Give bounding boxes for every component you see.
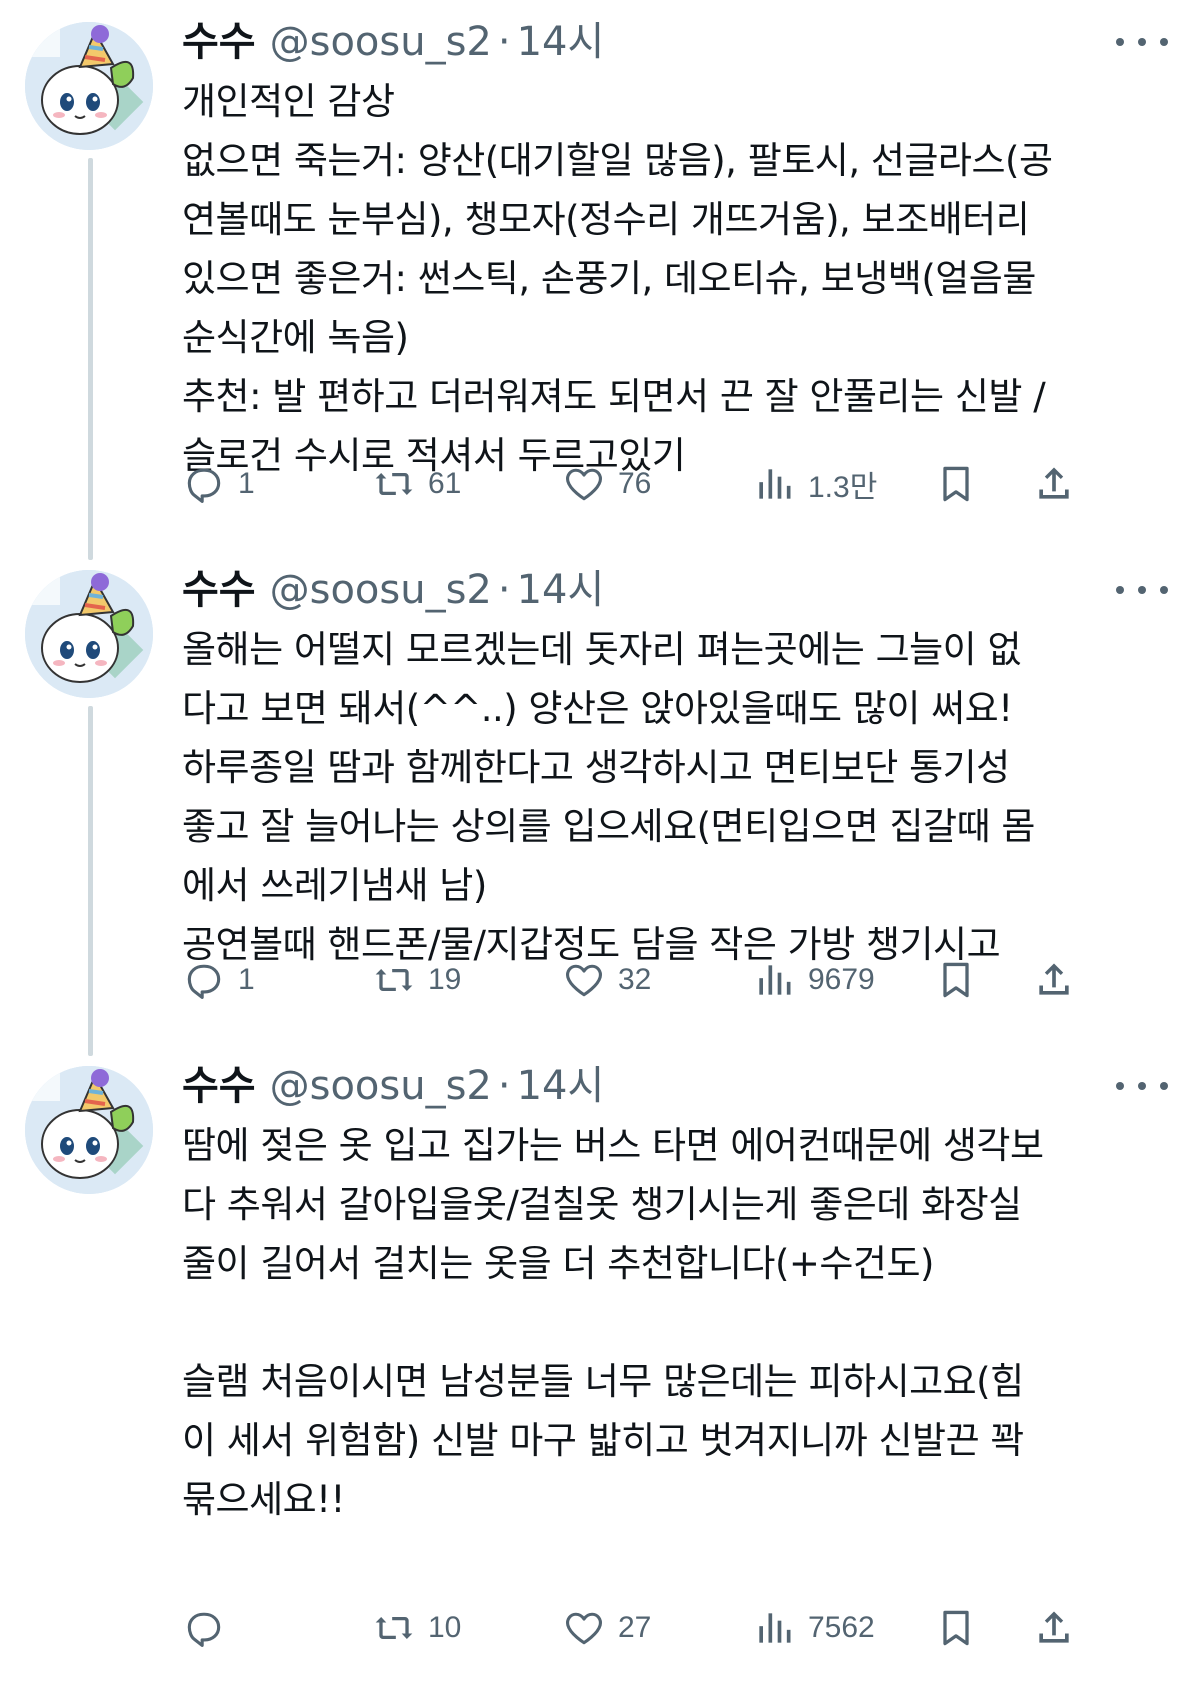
tweet-header: 수수 @soosu_s2 · 14시: [182, 1058, 1172, 1114]
tweet-text-line: 에서 쓰레기냄새 남): [182, 864, 487, 907]
retweet-button[interactable]: 10: [372, 1598, 461, 1658]
reply-count: 1: [238, 467, 255, 500]
bookmark-icon: [934, 958, 978, 1002]
tweet-text-line: 슬램 처음이시면 남성분들 너무 많은데는 피하시고요(힘: [182, 1360, 1024, 1403]
retweet-count: 10: [428, 1611, 462, 1644]
share-button[interactable]: [1032, 454, 1076, 514]
thread-connector-line: [88, 706, 93, 1056]
reply-button[interactable]: [182, 1598, 226, 1658]
separator-dot: ·: [497, 567, 511, 613]
display-name[interactable]: 수수: [182, 14, 256, 70]
timestamp[interactable]: 14시: [517, 562, 605, 618]
tweet-text: 올해는 어떨지 모르겠는데 돗자리 펴는곳에는 그늘이 없 다고 보면 돼서(^…: [182, 620, 1172, 974]
tweet-text-blank-line: [182, 1293, 1172, 1352]
bookmark-button[interactable]: [934, 950, 978, 1010]
reply-icon: [182, 958, 226, 1002]
retweet-icon: [372, 462, 416, 506]
tweet-header: 수수 @soosu_s2 · 14시: [182, 14, 1172, 70]
more-icon[interactable]: [1112, 1076, 1172, 1096]
tweet-text-line: 좋고 잘 늘어나는 상의를 입으세요(면티입으면 집갈때 몸: [182, 805, 1035, 848]
tweet-text-line: 하루종일 땀과 함께한다고 생각하시고 면티보단 통기성: [182, 746, 1010, 789]
display-name[interactable]: 수수: [182, 1058, 256, 1114]
like-button[interactable]: 76: [562, 454, 651, 514]
tweet-text-line: 땀에 젖은 옷 입고 집가는 버스 타면 에어컨때문에 생각보: [182, 1124, 1044, 1167]
views-button[interactable]: 9679: [752, 950, 875, 1010]
retweet-count: 19: [428, 963, 462, 996]
separator-dot: ·: [497, 19, 511, 65]
reply-icon: [182, 1606, 226, 1650]
reply-button[interactable]: 1: [182, 454, 255, 514]
avatar[interactable]: [25, 570, 153, 698]
tweet-text-line: 줄이 길어서 걸치는 옷을 더 추천합니다(+수건도): [182, 1242, 934, 1285]
reply-count: 1: [238, 963, 255, 996]
tweet-text-line: 다 추워서 갈아입을옷/걸칠옷 챙기시는게 좋은데 화장실: [182, 1183, 1022, 1226]
reply-icon: [182, 462, 226, 506]
like-count: 32: [618, 963, 652, 996]
user-handle[interactable]: @soosu_s2: [270, 562, 492, 618]
bookmark-button[interactable]: [934, 1598, 978, 1658]
share-button[interactable]: [1032, 1598, 1076, 1658]
reply-button[interactable]: 1: [182, 950, 255, 1010]
views-count: 9679: [808, 963, 875, 996]
tweet-text-line: 개인적인 감상: [182, 80, 395, 123]
retweet-icon: [372, 958, 416, 1002]
tweet-actions: 1 61 76 1.3만: [182, 454, 1172, 514]
bookmark-button[interactable]: [934, 454, 978, 514]
like-icon: [562, 462, 606, 506]
timestamp[interactable]: 14시: [517, 14, 605, 70]
tweet-text-line: 있으면 좋은거: 썬스틱, 손풍기, 데오티슈, 보냉백(얼음물: [182, 257, 1036, 300]
retweet-icon: [372, 1606, 416, 1650]
avatar[interactable]: [25, 22, 153, 150]
share-button[interactable]: [1032, 950, 1076, 1010]
share-icon: [1032, 958, 1076, 1002]
tweet-text-line: 없으면 죽는거: 양산(대기할일 많음), 팔토시, 선글라스(공: [182, 139, 1053, 182]
views-count: 7562: [808, 1611, 875, 1644]
more-icon[interactable]: [1112, 32, 1172, 52]
views-icon: [752, 462, 796, 506]
tweet-text-line: 순식간에 녹음): [182, 316, 409, 359]
tweet-actions: 10 27 7562: [182, 1598, 1172, 1658]
tweet-actions: 1 19 32 9679: [182, 950, 1172, 1010]
like-icon: [562, 1606, 606, 1650]
user-handle[interactable]: @soosu_s2: [270, 14, 492, 70]
display-name[interactable]: 수수: [182, 562, 256, 618]
views-icon: [752, 958, 796, 1002]
separator-dot: ·: [497, 1063, 511, 1109]
views-count: 1.3만: [808, 471, 878, 504]
share-icon: [1032, 1606, 1076, 1650]
share-icon: [1032, 462, 1076, 506]
views-button[interactable]: 1.3만: [752, 454, 877, 514]
tweet-text-line: 연볼때도 눈부심), 챙모자(정수리 개뜨거움), 보조배터리: [182, 198, 1030, 241]
timestamp[interactable]: 14시: [517, 1058, 605, 1114]
tweet-text: 개인적인 감상 없으면 죽는거: 양산(대기할일 많음), 팔토시, 선글라스(…: [182, 72, 1172, 485]
tweet-text-line: 이 세서 위험함) 신발 마구 밟히고 벗겨지니까 신발끈 꽉: [182, 1419, 1024, 1462]
tweet-header: 수수 @soosu_s2 · 14시: [182, 562, 1172, 618]
bookmark-icon: [934, 1606, 978, 1650]
retweet-count: 61: [428, 467, 462, 500]
views-button[interactable]: 7562: [752, 1598, 875, 1658]
more-icon[interactable]: [1112, 580, 1172, 600]
thread-connector-line: [88, 158, 93, 560]
like-button[interactable]: 32: [562, 950, 651, 1010]
avatar[interactable]: [25, 1066, 153, 1194]
like-count: 76: [618, 467, 652, 500]
like-icon: [562, 958, 606, 1002]
retweet-button[interactable]: 61: [372, 454, 461, 514]
tweet-text: 땀에 젖은 옷 입고 집가는 버스 타면 에어컨때문에 생각보 다 추워서 갈아…: [182, 1116, 1172, 1529]
views-icon: [752, 1606, 796, 1650]
tweet-text-line: 추천: 발 편하고 더러워져도 되면서 끈 잘 안풀리는 신발 /: [182, 375, 1046, 418]
retweet-button[interactable]: 19: [372, 950, 461, 1010]
user-handle[interactable]: @soosu_s2: [270, 1058, 492, 1114]
like-button[interactable]: 27: [562, 1598, 651, 1658]
like-count: 27: [618, 1611, 652, 1644]
bookmark-icon: [934, 462, 978, 506]
tweet-text-line: 올해는 어떨지 모르겠는데 돗자리 펴는곳에는 그늘이 없: [182, 628, 1022, 671]
tweet-text-line: 다고 보면 돼서(^^..) 양산은 앉아있을때도 많이 써요!: [182, 687, 1013, 730]
tweet-text-line: 묶으세요!!: [182, 1478, 345, 1521]
